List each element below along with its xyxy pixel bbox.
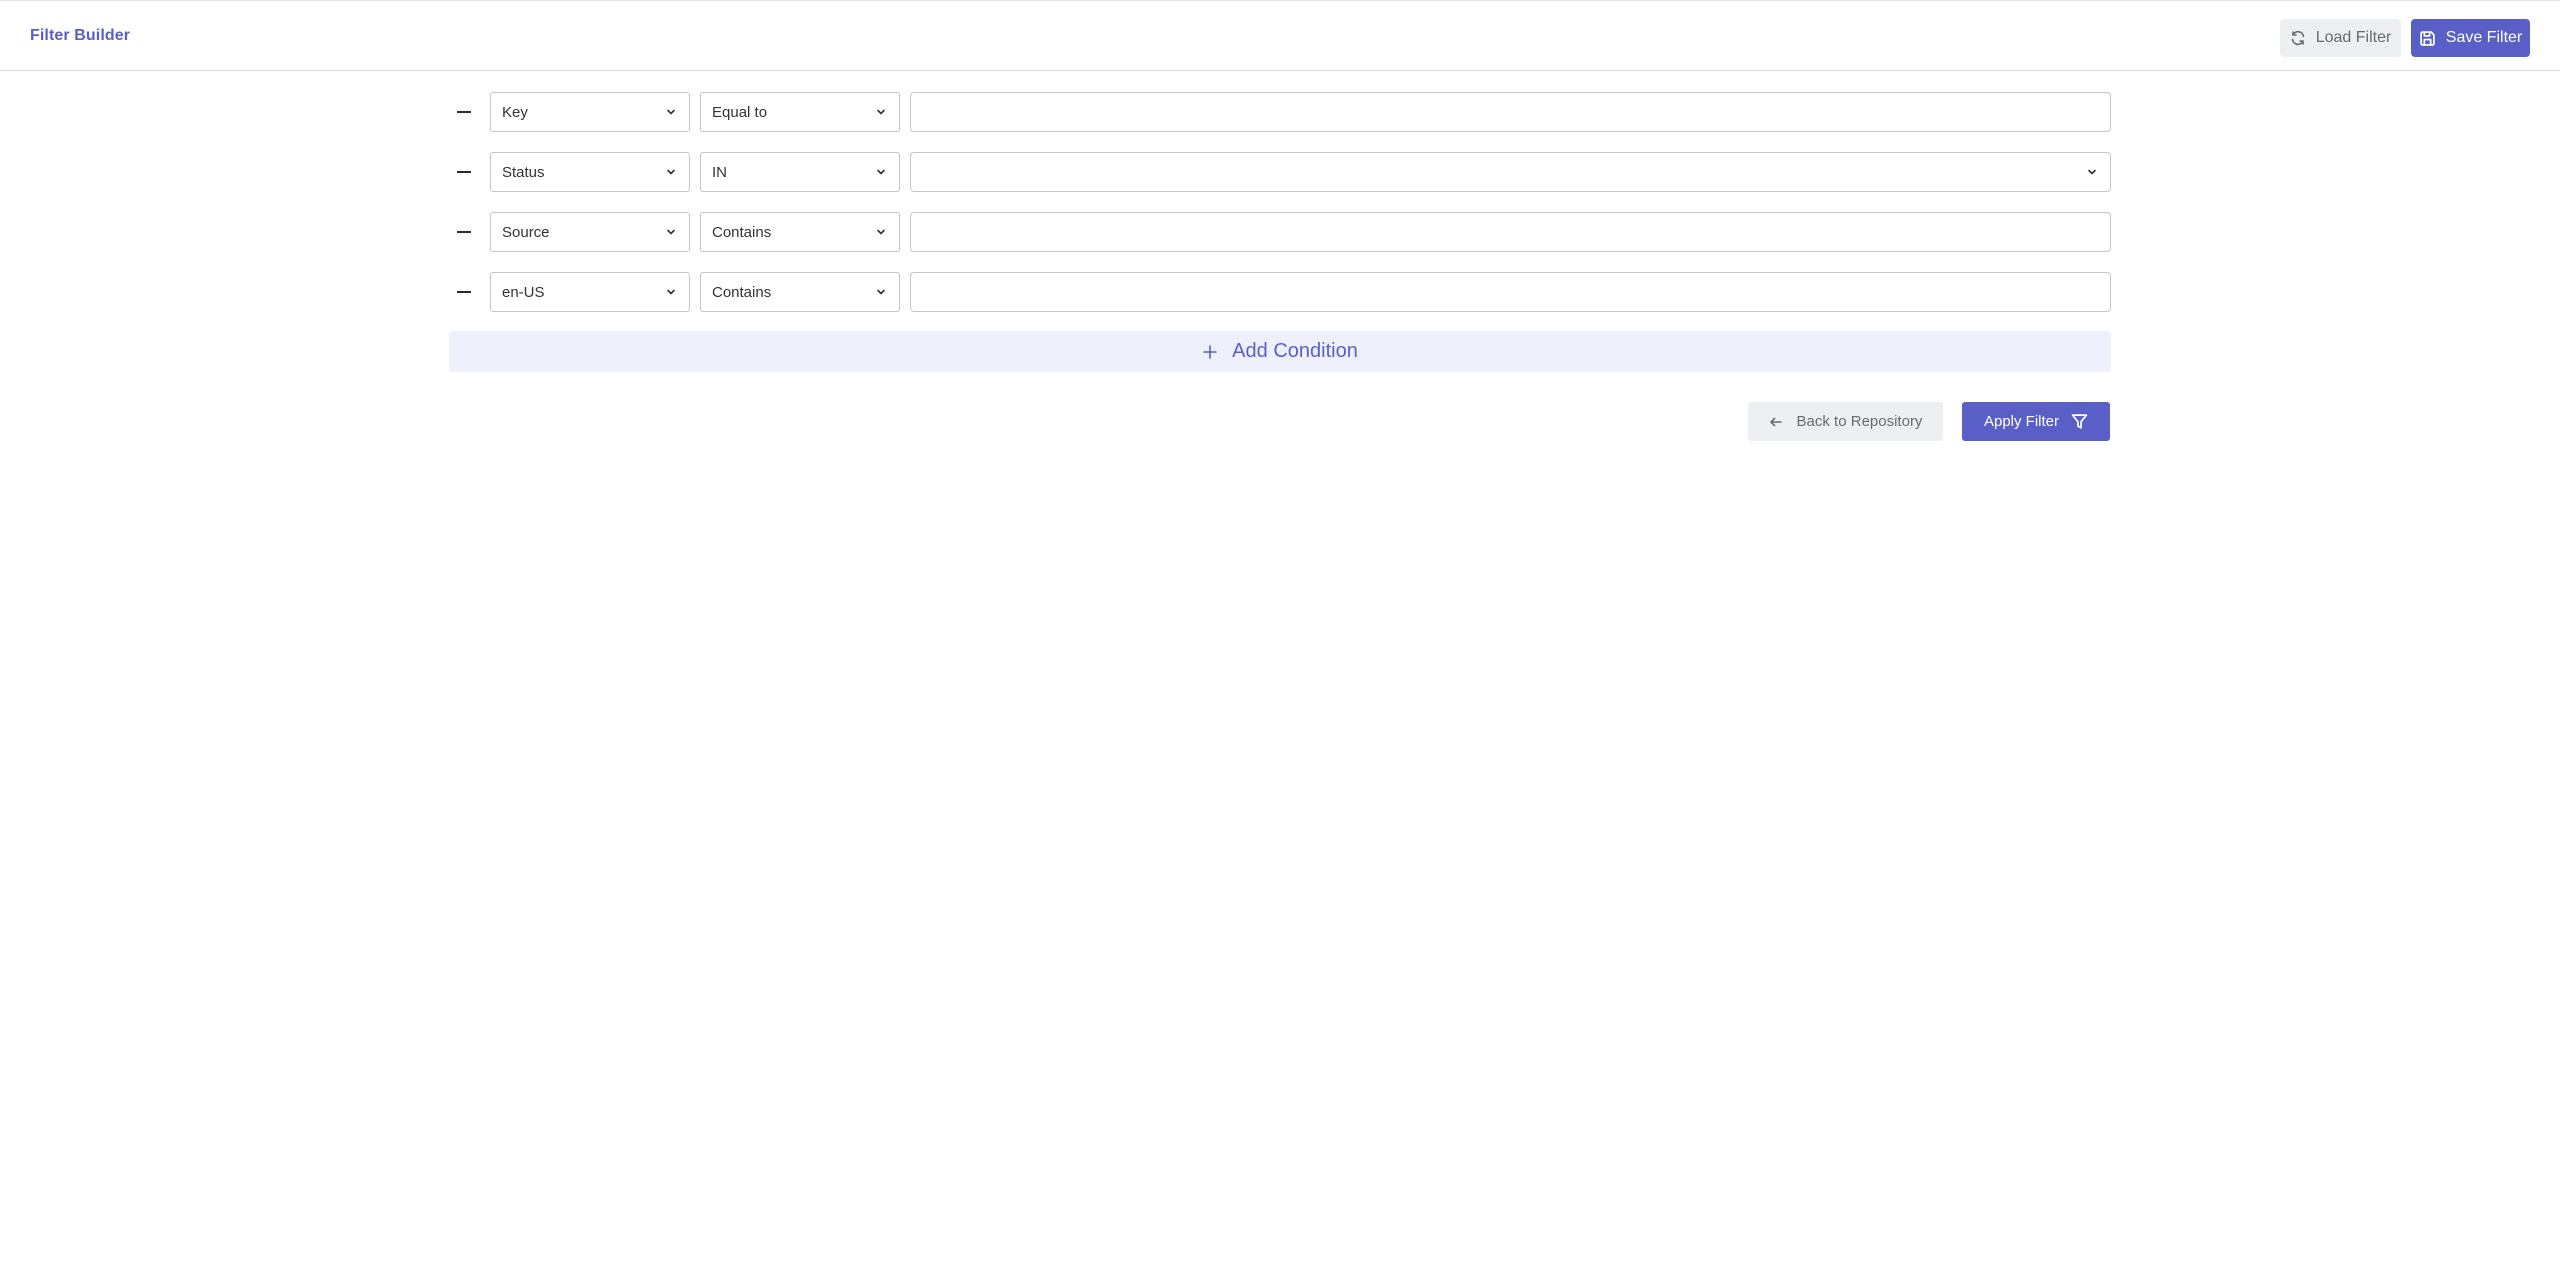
field-select[interactable]: Status xyxy=(490,152,690,192)
arrow-left-icon xyxy=(1769,415,1783,429)
field-select[interactable]: Key xyxy=(490,92,690,132)
chevron-down-icon xyxy=(875,166,887,178)
remove-condition-button[interactable] xyxy=(449,152,479,192)
chevron-down-icon xyxy=(665,166,677,178)
minus-icon xyxy=(457,231,471,233)
condition-row: en-US Contains xyxy=(449,272,2111,312)
value-multiselect[interactable] xyxy=(910,152,2111,192)
floppy-disk-icon xyxy=(2419,30,2436,47)
minus-icon xyxy=(457,171,471,173)
field-select[interactable]: en-US xyxy=(490,272,690,312)
add-condition-button[interactable]: Add Condition xyxy=(449,331,2111,372)
top-bar: Filter Builder Load Filter Save Filter xyxy=(0,0,2560,71)
operator-select[interactable]: Equal to xyxy=(700,92,900,132)
condition-row: Source Contains xyxy=(449,212,2111,252)
back-to-repository-label: Back to Repository xyxy=(1796,413,1923,430)
operator-select[interactable]: IN xyxy=(700,152,900,192)
condition-row: Status IN xyxy=(449,152,2111,192)
load-filter-button[interactable]: Load Filter xyxy=(2280,19,2401,57)
chevron-down-icon xyxy=(665,106,677,118)
chevron-down-icon xyxy=(2086,166,2098,178)
funnel-icon xyxy=(2071,413,2088,430)
apply-filter-button[interactable]: Apply Filter xyxy=(1962,402,2110,441)
minus-icon xyxy=(457,111,471,113)
minus-icon xyxy=(457,291,471,293)
plus-icon xyxy=(1202,344,1218,360)
load-filter-label: Load Filter xyxy=(2315,29,2392,46)
add-condition-label: Add Condition xyxy=(1232,340,1358,362)
chevron-down-icon xyxy=(875,106,887,118)
condition-row: Key Equal to xyxy=(449,92,2111,132)
back-to-repository-button[interactable]: Back to Repository xyxy=(1748,402,1943,441)
apply-filter-label: Apply Filter xyxy=(1983,413,2060,430)
value-input[interactable] xyxy=(910,272,2111,312)
field-select[interactable]: Source xyxy=(490,212,690,252)
chevron-down-icon xyxy=(875,286,887,298)
operator-select-value: Contains xyxy=(712,283,772,301)
save-filter-label: Save Filter xyxy=(2445,29,2523,46)
operator-select[interactable]: Contains xyxy=(700,212,900,252)
field-select-value: Source xyxy=(502,223,550,241)
app-title: Filter Builder xyxy=(30,27,131,44)
field-select-value: Key xyxy=(502,103,528,121)
value-input[interactable] xyxy=(910,92,2111,132)
field-select-value: Status xyxy=(502,163,545,181)
refresh-icon xyxy=(2290,30,2306,46)
field-select-value: en-US xyxy=(502,283,545,301)
operator-select[interactable]: Contains xyxy=(700,272,900,312)
chevron-down-icon xyxy=(665,226,677,238)
value-input[interactable] xyxy=(910,212,2111,252)
remove-condition-button[interactable] xyxy=(449,212,479,252)
operator-select-value: Equal to xyxy=(712,103,768,121)
chevron-down-icon xyxy=(665,286,677,298)
operator-select-value: IN xyxy=(712,163,727,181)
operator-select-value: Contains xyxy=(712,223,772,241)
remove-condition-button[interactable] xyxy=(449,272,479,312)
chevron-down-icon xyxy=(875,226,887,238)
save-filter-button[interactable]: Save Filter xyxy=(2411,19,2530,57)
remove-condition-button[interactable] xyxy=(449,92,479,132)
